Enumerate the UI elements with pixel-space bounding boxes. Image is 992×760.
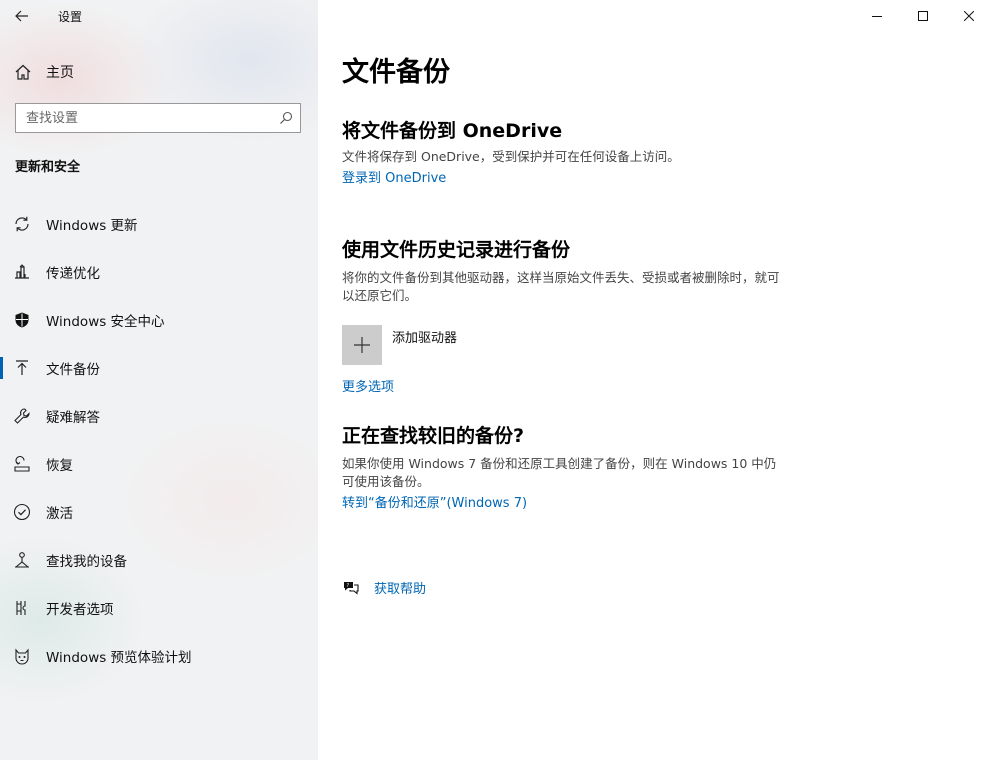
sidebar-item-windows-security[interactable]: Windows 安全中心 xyxy=(0,296,318,344)
onedrive-heading: 将文件备份到 OneDrive xyxy=(342,120,563,142)
add-drive-label: 添加驱动器 xyxy=(392,331,458,346)
sidebar-item-label: 文件备份 xyxy=(46,362,100,378)
developer-icon xyxy=(0,599,46,617)
backup-restore-link[interactable]: 转到“备份和还原”(Windows 7) xyxy=(342,492,527,511)
sidebar-nav: Windows 更新 传递优化 Windows 安全中心 文件备份 疑难解答 恢… xyxy=(0,200,318,680)
sidebar-item-activation[interactable]: 激活 xyxy=(0,488,318,536)
sidebar-item-troubleshoot[interactable]: 疑难解答 xyxy=(0,392,318,440)
back-button[interactable] xyxy=(0,0,44,32)
file-history-description: 将你的文件备份到其他驱动器，这样当原始文件丢失、受损或者被删除时，就可以还原它们… xyxy=(342,270,780,303)
close-icon xyxy=(964,11,974,21)
sidebar-item-file-backup[interactable]: 文件备份 xyxy=(0,344,318,392)
title-bar: 设置 xyxy=(0,0,318,32)
close-button[interactable] xyxy=(946,0,992,32)
app-title: 设置 xyxy=(58,9,83,24)
page-title: 文件备份 xyxy=(342,57,450,88)
add-drive-button[interactable]: 添加驱动器 xyxy=(342,325,457,365)
svg-text:?: ? xyxy=(347,583,350,589)
sidebar-item-windows-update[interactable]: Windows 更新 xyxy=(0,200,318,248)
back-arrow-icon xyxy=(15,10,28,22)
recovery-icon xyxy=(0,455,46,473)
backup-arrow-icon xyxy=(0,359,46,377)
minimize-icon xyxy=(872,16,882,17)
sidebar-item-label: 激活 xyxy=(46,506,73,522)
minimize-button[interactable] xyxy=(854,0,900,32)
find-device-icon xyxy=(0,551,46,569)
get-help-label: 获取帮助 xyxy=(374,582,427,597)
plus-icon xyxy=(354,337,370,353)
sidebar-item-label: 传递优化 xyxy=(46,266,100,282)
wrench-icon xyxy=(0,407,46,425)
maximize-icon xyxy=(918,11,928,21)
sidebar-item-label: Windows 更新 xyxy=(46,218,138,234)
main-content: 文件备份 将文件备份到 OneDrive 文件将保存到 OneDrive，受到保… xyxy=(318,0,992,760)
search-box[interactable] xyxy=(15,103,301,133)
sign-in-onedrive-link[interactable]: 登录到 OneDrive xyxy=(342,167,446,186)
shield-icon xyxy=(0,311,46,329)
file-history-heading: 使用文件历史记录进行备份 xyxy=(342,239,571,261)
maximize-button[interactable] xyxy=(900,0,946,32)
window-controls xyxy=(854,0,992,32)
sync-icon xyxy=(0,215,46,233)
home-label: 主页 xyxy=(46,65,74,81)
sidebar-item-find-my-device[interactable]: 查找我的设备 xyxy=(0,536,318,584)
search-icon[interactable] xyxy=(272,111,300,125)
sidebar-item-label: Windows 预览体验计划 xyxy=(46,650,192,666)
home-icon xyxy=(0,64,46,80)
sidebar-item-label: Windows 安全中心 xyxy=(46,314,165,330)
sidebar-item-developer-options[interactable]: 开发者选项 xyxy=(0,584,318,632)
sidebar-item-label: 疑难解答 xyxy=(46,410,100,426)
get-help-link[interactable]: ? 获取帮助 xyxy=(342,578,426,597)
older-backup-heading: 正在查找较旧的备份? xyxy=(342,425,525,447)
sidebar-item-label: 恢复 xyxy=(46,458,73,474)
sidebar-item-label: 查找我的设备 xyxy=(46,554,127,570)
home-nav-item[interactable]: 主页 xyxy=(0,56,318,88)
sidebar-item-label: 开发者选项 xyxy=(46,602,114,618)
sidebar-item-delivery-optimization[interactable]: 传递优化 xyxy=(0,248,318,296)
older-backup-description: 如果你使用 Windows 7 备份和还原工具创建了备份，则在 Windows … xyxy=(342,456,777,489)
check-circle-icon xyxy=(0,503,46,521)
sidebar: 设置 主页 更新和安全 Windows 更新 传递优化 xyxy=(0,0,318,760)
search-input[interactable] xyxy=(16,104,272,132)
sidebar-item-recovery[interactable]: 恢复 xyxy=(0,440,318,488)
insider-cat-icon xyxy=(0,647,46,665)
add-drive-tile[interactable] xyxy=(342,325,382,365)
help-chat-icon: ? xyxy=(342,579,374,597)
section-heading: 更新和安全 xyxy=(15,160,81,175)
delivery-optimization-icon xyxy=(0,263,46,281)
onedrive-description: 文件将保存到 OneDrive，受到保护并可在任何设备上访问。 xyxy=(342,149,680,164)
more-options-link[interactable]: 更多选项 xyxy=(342,376,394,395)
sidebar-item-windows-insider[interactable]: Windows 预览体验计划 xyxy=(0,632,318,680)
